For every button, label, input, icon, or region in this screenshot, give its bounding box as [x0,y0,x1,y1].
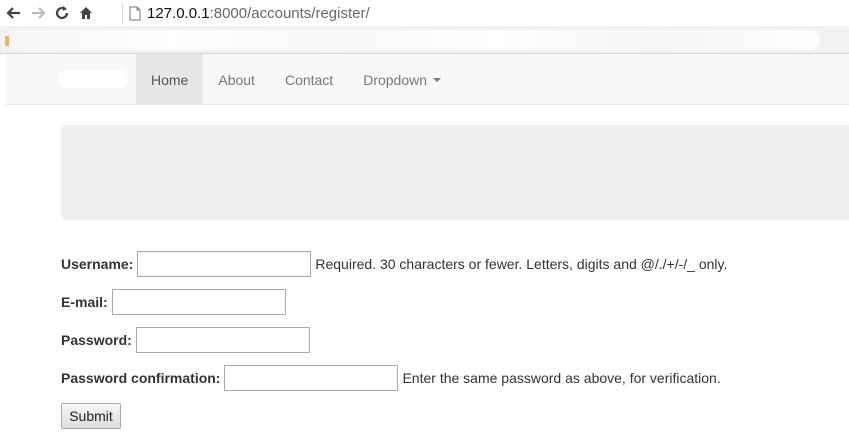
reload-button[interactable] [52,3,72,23]
nav-item-label: Contact [284,71,334,88]
nav-item-contact[interactable]: Contact [270,54,348,105]
password-confirm-row: Password confirmation: Enter the same pa… [61,365,721,391]
jumbotron [61,125,849,220]
address-bar[interactable]: 127.0.0.1:8000/accounts/register/ [122,2,849,24]
forward-arrow-icon [32,7,46,19]
password-row: Password: [61,327,310,353]
browser-toolbar: 127.0.0.1:8000/accounts/register/ [0,0,849,26]
nav-item-home[interactable]: Home [136,54,204,105]
password-confirm-input[interactable] [224,365,399,391]
password-label: Password: [61,332,132,348]
home-icon [80,7,92,19]
nav-item-label: Dropdown [363,71,428,88]
email-input[interactable] [111,289,286,315]
username-input[interactable] [137,251,312,277]
nav-item-label: Home [151,71,189,88]
home-button[interactable] [76,3,96,23]
back-button[interactable] [4,3,24,23]
nav-item-label: About [218,71,255,88]
redacted-bookmarks [10,30,820,50]
page-icon [129,6,141,20]
caret-down-icon [433,77,442,82]
bookmark-folder-icon [5,36,9,46]
url-host: 127.0.0.1 [147,4,210,22]
nav-item-dropdown[interactable]: Dropdown [348,54,456,105]
password-input[interactable] [135,327,310,353]
navbar: Home About Contact Dropdown [6,54,849,105]
forward-button[interactable] [28,3,48,23]
navbar-brand[interactable] [58,70,128,88]
password-confirm-help: Enter the same password as above, for ve… [402,370,721,386]
username-label: Username: [61,256,134,272]
email-label: E-mail: [61,294,108,310]
password-confirm-label: Password confirmation: [61,370,221,386]
url-path: :8000/accounts/register/ [209,4,370,22]
nav-item-about[interactable]: About [203,54,270,105]
username-row: Username: Required. 30 characters or few… [61,251,727,277]
reload-icon [55,6,69,20]
nav-items: Home About Contact Dropdown [136,54,456,105]
username-help: Required. 30 characters or fewer. Letter… [315,256,728,272]
bookmarks-bar [0,26,849,54]
email-row: E-mail: [61,289,286,315]
back-arrow-icon [6,7,20,19]
submit-button[interactable]: Submit [61,403,121,429]
